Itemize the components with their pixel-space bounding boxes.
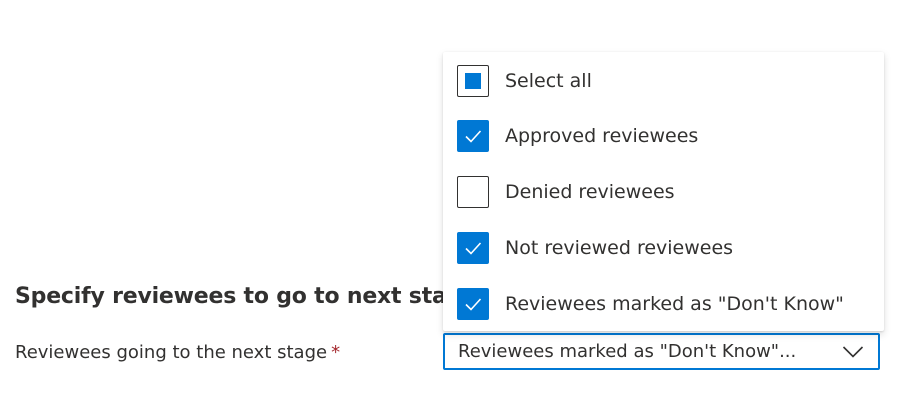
option-denied-reviewees[interactable]: Denied reviewees [457, 174, 675, 210]
section-heading: Specify reviewees to go to next stage [15, 284, 477, 309]
indeterminate-icon [465, 73, 481, 89]
checkbox-approved-reviewees[interactable] [457, 120, 489, 152]
chevron-down-icon [842, 345, 864, 358]
checkmark-icon [465, 298, 482, 311]
dropdown-options-list: Select all Approved reviewees Denied rev… [443, 52, 884, 331]
option-label: Approved reviewees [505, 125, 699, 147]
field-label: Reviewees going to the next stage * [15, 342, 340, 363]
option-label: Denied reviewees [505, 181, 675, 203]
required-marker: * [331, 342, 341, 363]
option-label: Reviewees marked as "Don't Know" [505, 293, 844, 315]
checkmark-icon [465, 130, 482, 143]
checkbox-not-reviewed-reviewees[interactable] [457, 232, 489, 264]
checkbox-denied-reviewees[interactable] [457, 176, 489, 208]
option-label: Select all [505, 70, 592, 92]
option-dont-know-reviewees[interactable]: Reviewees marked as "Don't Know" [457, 286, 844, 322]
reviewees-dropdown[interactable]: Reviewees marked as "Don't Know"... [443, 333, 880, 370]
checkbox-dont-know-reviewees[interactable] [457, 288, 489, 320]
option-not-reviewed-reviewees[interactable]: Not reviewed reviewees [457, 230, 733, 266]
dropdown-selected-value: Reviewees marked as "Don't Know"... [458, 341, 797, 362]
option-label: Not reviewed reviewees [505, 237, 734, 259]
field-label-text: Reviewees going to the next stage [15, 342, 328, 363]
option-select-all[interactable]: Select all [457, 63, 592, 99]
checkmark-icon [465, 242, 482, 255]
checkbox-select-all[interactable] [457, 65, 489, 97]
option-approved-reviewees[interactable]: Approved reviewees [457, 118, 698, 154]
